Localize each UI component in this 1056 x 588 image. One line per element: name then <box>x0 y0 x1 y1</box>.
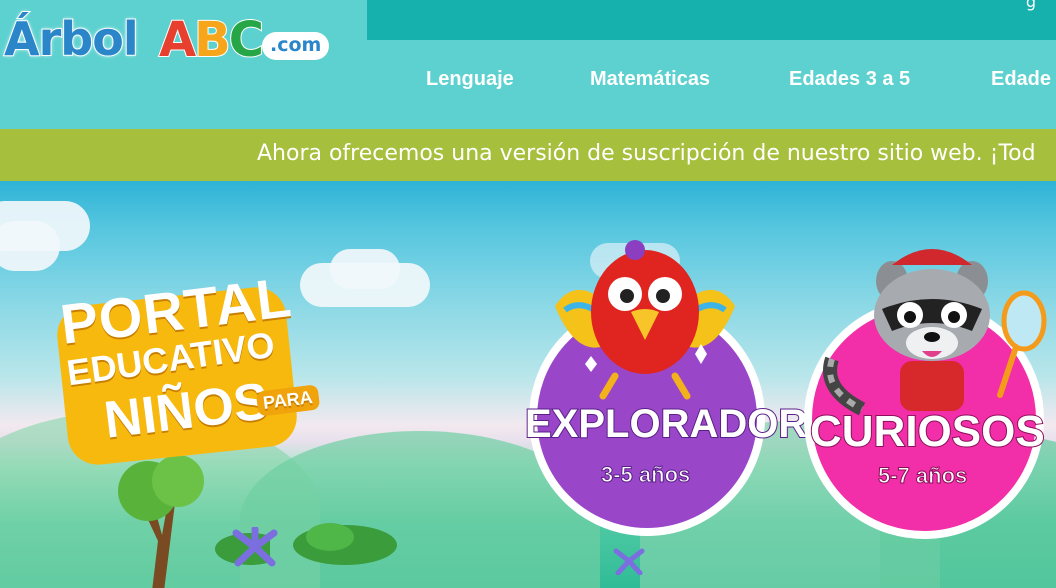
flower-icon <box>613 548 645 575</box>
site-header: g Árbol ABC .com Lenguaje Matemáticas Ed… <box>0 0 1056 129</box>
nav-item-edades-more[interactable]: Edade <box>991 68 1051 91</box>
curiosos-title: CURIOSOS <box>809 406 1046 457</box>
card-curiosos[interactable]: CURIOSOS 5-7 años <box>802 239 1056 539</box>
nav-item-edades-3-5[interactable]: Edades 3 a 5 <box>789 68 910 91</box>
top-bar: g <box>367 0 1056 40</box>
portal-title: PORTAL EDUCATIVO NIÑOS PARA <box>52 265 320 468</box>
main-nav: Lenguaje Matemáticas Edades 3 a 5 Edade <box>0 58 1056 106</box>
raccoon-icon <box>823 249 1047 416</box>
logo-domain: .com <box>262 32 330 60</box>
nav-item-lenguaje[interactable]: Lenguaje <box>426 68 514 91</box>
announcement-text: Ahora ofrecemos una versión de suscripci… <box>257 141 1036 166</box>
tree-illustration <box>118 455 270 588</box>
parrot-icon <box>555 240 735 400</box>
nav-item-matematicas[interactable]: Matemáticas <box>590 68 710 91</box>
cloud-shape <box>0 221 60 271</box>
bush-illustration <box>293 523 397 565</box>
announcement-bar: Ahora ofrecemos una versión de suscripci… <box>0 129 1056 181</box>
card-exploradores[interactable]: EXPLORADORES 3-5 años <box>524 236 862 536</box>
flower-icon <box>232 527 278 567</box>
top-bar-text[interactable]: g <box>1026 0 1036 11</box>
cloud-shape <box>330 249 400 289</box>
hero-banner: PORTAL EDUCATIVO NIÑOS PARA EXPLORADORES… <box>0 181 1056 588</box>
exploradores-age: 3-5 años <box>600 462 691 488</box>
curiosos-age: 5-7 años <box>877 463 968 489</box>
